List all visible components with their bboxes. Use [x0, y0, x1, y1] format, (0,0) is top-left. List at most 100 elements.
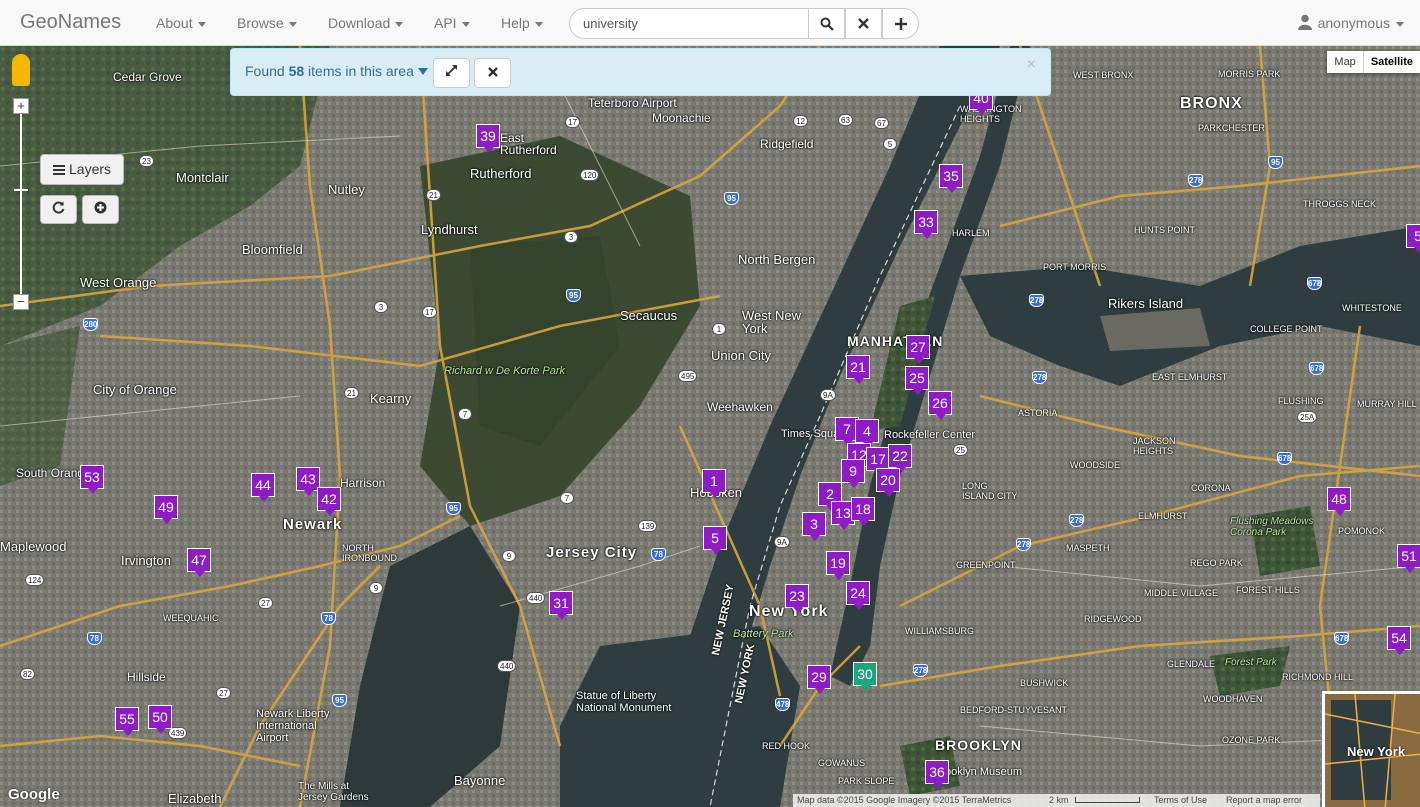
place-label: ASTORIA [1018, 408, 1058, 418]
highway-shield: 278 [1032, 371, 1047, 384]
place-label: MASPETH [1066, 543, 1110, 553]
result-marker[interactable]: 25 [905, 366, 929, 395]
nav-download-label: Download [328, 15, 391, 31]
result-marker[interactable]: 36 [925, 760, 949, 789]
result-marker[interactable]: 20 [876, 468, 900, 497]
result-marker[interactable]: 53 [80, 465, 104, 494]
route-marker: 9 [369, 582, 383, 594]
zoom-slider-track[interactable] [20, 108, 22, 308]
result-marker[interactable]: 39 [476, 124, 500, 153]
result-marker[interactable]: 55 [115, 707, 139, 736]
user-menu[interactable]: anonymous [1297, 14, 1404, 31]
nav-download[interactable]: Download [328, 15, 404, 31]
place-label: BROOKLYN [935, 737, 1022, 753]
refresh-button[interactable] [40, 195, 77, 224]
place-label: LONG ISLAND CITY [962, 481, 1018, 501]
place-label: Weehawken [707, 400, 773, 414]
satellite-imagery [0, 46, 1420, 807]
nav-api[interactable]: API [434, 15, 470, 31]
place-label: City of Orange [93, 382, 177, 397]
result-marker[interactable]: 5 [703, 526, 727, 555]
place-label: OZONE PARK [1222, 735, 1281, 745]
top-navbar: GeoNames About Browse Download API Help … [0, 0, 1420, 46]
nav-about[interactable]: About [156, 15, 206, 31]
highway-shield: 278 [1016, 538, 1031, 551]
route-marker: 9 [502, 550, 516, 562]
result-marker[interactable]: 44 [251, 473, 275, 502]
result-marker[interactable]: 18 [851, 497, 875, 526]
result-marker[interactable]: 48 [1327, 487, 1351, 516]
place-label: Elizabeth [168, 791, 222, 806]
result-marker[interactable]: 23 [785, 584, 809, 613]
selected-result-marker[interactable]: 30 [853, 662, 877, 691]
zoom-in-button[interactable]: + [13, 98, 29, 114]
result-marker[interactable]: 1 [702, 469, 726, 498]
scale-bar [1075, 797, 1140, 803]
route-marker: 12 [793, 115, 808, 127]
place-label: BUSHWICK [1020, 678, 1069, 688]
result-marker[interactable]: 31 [549, 591, 573, 620]
report-error-link[interactable]: Report a map error [1226, 794, 1302, 807]
place-label: COLLEGE POINT [1250, 324, 1323, 334]
result-marker[interactable]: 50 [148, 705, 172, 734]
result-marker[interactable]: 35 [939, 164, 963, 193]
user-icon [1297, 14, 1312, 30]
route-marker: 63 [838, 114, 853, 126]
search-input[interactable] [569, 8, 809, 39]
zoom-out-button[interactable]: − [13, 294, 29, 310]
result-marker[interactable]: 51 [1397, 544, 1420, 573]
result-marker[interactable]: 26 [928, 391, 952, 420]
result-marker[interactable]: 21 [846, 355, 870, 384]
map-canvas[interactable]: Cedar Grove Montclair Nutley Rutherford … [0, 46, 1420, 807]
result-marker[interactable]: 54 [1387, 626, 1411, 655]
add-button[interactable] [882, 8, 919, 39]
park-label: Flushing Meadows Corona Park [1230, 516, 1314, 538]
result-marker[interactable]: 29 [807, 665, 831, 694]
place-label: Teterboro Airport [588, 96, 677, 110]
overview-map[interactable]: New York [1322, 691, 1420, 807]
result-marker[interactable]: 27 [906, 335, 930, 364]
map-type-map[interactable]: Map [1327, 51, 1363, 73]
result-marker[interactable]: 3 [802, 512, 826, 541]
zoom-slider-handle[interactable] [14, 189, 28, 191]
map-type-satellite[interactable]: Satellite [1362, 51, 1420, 73]
highway-shield: 478 [775, 698, 790, 711]
place-label: MORRIS PARK [1218, 69, 1281, 79]
highway-shield: 278 [1188, 174, 1203, 187]
result-marker[interactable]: 22 [888, 444, 912, 473]
highway-shield: 678 [1334, 632, 1349, 645]
place-label: FLUSHING [1278, 396, 1324, 406]
result-marker[interactable]: 24 [846, 581, 870, 610]
terms-link[interactable]: Terms of Use [1154, 794, 1207, 807]
clear-search-button[interactable] [845, 8, 882, 39]
route-marker: 21 [344, 387, 359, 399]
place-label: MURRAY HILL [1357, 399, 1417, 409]
add-location-button[interactable] [82, 195, 119, 224]
nav-help[interactable]: Help [501, 15, 543, 31]
result-marker[interactable]: 49 [154, 495, 178, 524]
result-marker[interactable]: 4 [855, 419, 879, 448]
place-label: WILLIAMSBURG [905, 626, 975, 636]
place-label: Newark [283, 516, 343, 533]
result-marker[interactable]: 5 [1406, 224, 1420, 253]
route-marker: 27 [258, 597, 273, 609]
result-marker[interactable]: 33 [914, 210, 938, 239]
dismiss-alert-button[interactable]: × [1027, 56, 1036, 74]
nav-browse[interactable]: Browse [237, 15, 297, 31]
results-summary[interactable]: Found 58 items in this area [245, 63, 428, 79]
result-marker[interactable]: 19 [826, 551, 850, 580]
place-label: Ridgefield [760, 137, 814, 151]
result-marker[interactable]: 9 [841, 459, 865, 488]
place-label: NORTH IRONBOUND [342, 543, 398, 563]
brand-logo[interactable]: GeoNames [20, 11, 121, 34]
place-label: GREENPOINT [956, 560, 1016, 570]
expand-button[interactable] [433, 58, 470, 88]
result-marker[interactable]: 47 [187, 548, 211, 577]
close-results-button[interactable] [474, 58, 511, 88]
result-marker[interactable]: 42 [317, 487, 341, 516]
results-prefix: Found [245, 63, 289, 79]
layers-button[interactable]: Layers [40, 154, 124, 185]
street-view-pegman[interactable] [12, 54, 30, 86]
search-button[interactable] [808, 8, 845, 39]
place-label: WOODSIDE [1070, 460, 1121, 470]
